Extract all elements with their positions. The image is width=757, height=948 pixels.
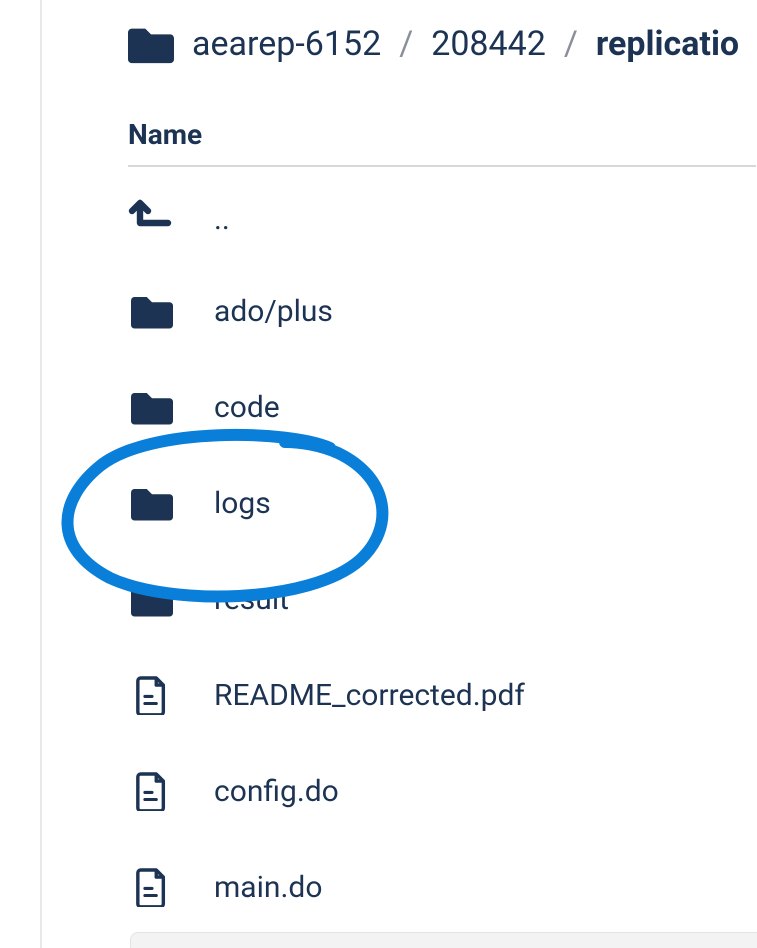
- column-header-name[interactable]: Name: [128, 118, 756, 167]
- folder-label: result: [214, 582, 289, 617]
- parent-dir-row[interactable]: ..: [128, 167, 757, 263]
- file-row-config[interactable]: config.do: [128, 743, 757, 839]
- breadcrumb-sep: /: [564, 24, 578, 64]
- folder-icon: [128, 24, 174, 64]
- folder-icon: [128, 485, 176, 521]
- folder-row-result[interactable]: result: [128, 551, 757, 647]
- left-border: [40, 0, 42, 948]
- breadcrumb-aearep[interactable]: aearep-6152: [192, 24, 381, 64]
- folder-label: code: [214, 390, 280, 425]
- breadcrumb-sep: /: [399, 24, 413, 64]
- bottom-scrollbar[interactable]: [130, 932, 757, 948]
- folder-label: ado/plus: [214, 294, 333, 329]
- parent-dir-label: ..: [214, 202, 230, 237]
- file-icon: [128, 675, 176, 715]
- file-row-readme[interactable]: README_corrected.pdf: [128, 647, 757, 743]
- parent-dir-icon: [128, 191, 176, 239]
- file-label: config.do: [214, 774, 339, 809]
- breadcrumb: aearep-6152 / 208442 / replicatio: [128, 24, 757, 64]
- file-label: main.do: [214, 870, 322, 905]
- file-icon: [128, 867, 176, 907]
- file-list: .. ado/plus code log: [128, 167, 757, 935]
- folder-icon: [128, 581, 176, 617]
- folder-icon: [128, 389, 176, 425]
- folder-row-code[interactable]: code: [128, 359, 757, 455]
- folder-row-ado-plus[interactable]: ado/plus: [128, 263, 757, 359]
- breadcrumb-208442[interactable]: 208442: [431, 24, 546, 64]
- breadcrumb-current: replicatio: [596, 24, 739, 64]
- folder-label: logs: [214, 486, 271, 521]
- file-icon: [128, 771, 176, 811]
- file-browser: aearep-6152 / 208442 / replicatio Name .…: [0, 0, 757, 935]
- file-row-main[interactable]: main.do: [128, 839, 757, 935]
- file-label: README_corrected.pdf: [214, 678, 525, 713]
- folder-icon: [128, 293, 176, 329]
- folder-row-logs[interactable]: logs: [128, 455, 757, 551]
